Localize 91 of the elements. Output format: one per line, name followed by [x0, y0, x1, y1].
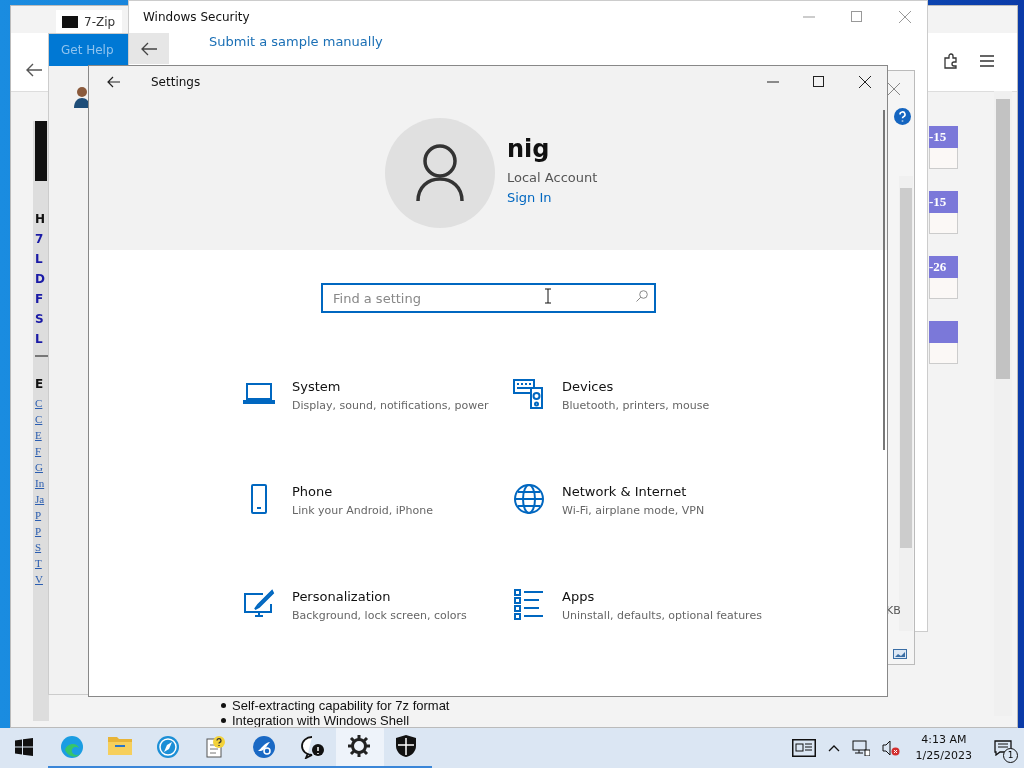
settings-category[interactable]: Apps Uninstall, defaults, optional features: [513, 588, 783, 693]
clock-date: 1/25/2023: [915, 748, 972, 764]
sidebar-link[interactable]: P: [35, 523, 49, 539]
taskbar-app[interactable]: [336, 728, 384, 768]
sidebar-link[interactable]: F: [35, 289, 49, 309]
back-icon[interactable]: [107, 76, 121, 88]
archive-app-icon: [251, 734, 277, 760]
help-icon[interactable]: [894, 108, 911, 125]
account-type: Local Account: [507, 170, 598, 185]
settings-category[interactable]: Devices Bluetooth, printers, mouse: [513, 378, 783, 483]
list-icon: [513, 588, 545, 620]
user-name: nig: [507, 134, 551, 164]
feedback-icon: [299, 734, 325, 760]
back-icon: [140, 41, 158, 56]
bullet-icon: [221, 703, 226, 708]
sidebar-link[interactable]: 7: [35, 229, 49, 249]
news-icon[interactable]: [791, 739, 816, 757]
network-icon[interactable]: [851, 740, 870, 756]
notification-button[interactable]: 1: [988, 733, 1018, 763]
category-title: Network & Internet: [562, 483, 688, 501]
sidebar-link[interactable]: E: [35, 427, 49, 443]
window-title: Windows Security: [143, 10, 250, 24]
clock[interactable]: 4:13 AM 1/25/2023: [911, 732, 976, 764]
notification-count: 1: [1003, 748, 1018, 763]
keyboard-speaker-icon: [513, 378, 545, 410]
scrollbar[interactable]: [899, 176, 913, 631]
sidebar-link[interactable]: G: [35, 459, 49, 475]
sidebar-link[interactable]: P: [35, 507, 49, 523]
category-title: Phone: [292, 483, 334, 501]
globe-icon: [513, 483, 545, 515]
date-badge: -26: [929, 256, 958, 278]
sidebar-link[interactable]: F: [35, 443, 49, 459]
bullet-icon: [221, 718, 226, 723]
category-title: Devices: [562, 378, 615, 396]
category-title: Personalization: [292, 588, 392, 606]
section-heading: E: [35, 377, 45, 393]
back-icon[interactable]: [25, 63, 43, 77]
category-description: Uninstall, defaults, optional features: [562, 608, 762, 624]
sidebar-link[interactable]: D: [35, 269, 49, 289]
person-icon: [73, 86, 91, 108]
feature-item: Self-extracting capability for 7z format: [232, 698, 450, 713]
search-icon[interactable]: [636, 290, 648, 302]
sidebar-link[interactable]: C: [35, 411, 49, 427]
date-badge: -15: [929, 191, 958, 213]
category-description: Background, lock screen, colors: [292, 608, 468, 624]
category-title: Apps: [562, 588, 596, 606]
clock-time: 4:13 AM: [921, 732, 967, 748]
date-badge: [929, 321, 958, 343]
text-cursor-icon: [544, 288, 552, 304]
sidebar-link[interactable]: L: [35, 329, 49, 349]
sidebar-link[interactable]: S: [35, 539, 49, 555]
image-icon: [893, 649, 907, 659]
submit-sample-link[interactable]: Submit a sample manually: [209, 34, 383, 49]
window-title: Settings: [151, 75, 201, 89]
settings-category[interactable]: Phone Link your Android, iPhone: [243, 483, 513, 588]
sidebar-link[interactable]: In: [35, 475, 49, 491]
sidebar-link[interactable]: Ja: [35, 491, 49, 507]
sidebar-link[interactable]: L: [35, 249, 49, 269]
volume-muted-icon[interactable]: [881, 740, 900, 756]
logo-block: [35, 121, 47, 181]
close-icon[interactable]: [859, 76, 871, 88]
settings-category[interactable]: System Display, sound, notifications, power: [243, 378, 513, 483]
window-title: Get Help: [61, 43, 114, 57]
search-field[interactable]: Find a setting: [321, 283, 656, 313]
settings-category[interactable]: Network & Internet Wi-Fi, airplane mode, VPN: [513, 483, 783, 588]
chevron-up-icon[interactable]: [827, 744, 840, 752]
settings-category[interactable]: Personalization Background, lock screen, colors: [243, 588, 513, 693]
compass-icon: [155, 734, 181, 760]
category-description: Display, sound, notifications, power: [292, 398, 490, 414]
feature-item: Integration with Windows Shell: [232, 713, 410, 727]
category-description: Bluetooth, printers, mouse: [562, 398, 711, 414]
sign-in-link[interactable]: Sign In: [507, 190, 598, 205]
scrollbar[interactable]: [883, 110, 885, 450]
category-title: System: [292, 378, 342, 396]
maximize-icon[interactable]: [813, 76, 825, 88]
sidebar-link[interactable]: V: [35, 571, 49, 587]
category-description: Wi-Fi, airplane mode, VPN: [562, 503, 706, 519]
sidebar-link[interactable]: C: [35, 395, 49, 411]
sidebar-link[interactable]: T: [35, 555, 49, 571]
category-description: Link your Android, iPhone: [292, 503, 434, 519]
paintbrush-icon: [243, 588, 275, 620]
settings-icon: [347, 734, 373, 760]
date-badge: -15: [929, 126, 958, 148]
sidebar-link[interactable]: H: [35, 209, 49, 229]
menu-icon[interactable]: [980, 55, 994, 67]
browser-tab[interactable]: 7-Zip: [56, 10, 122, 33]
puzzle-icon[interactable]: [943, 53, 959, 69]
browser-icon: [59, 734, 85, 760]
sidebar-link[interactable]: S: [35, 309, 49, 329]
message-icon: [994, 740, 1012, 756]
back-button[interactable]: [129, 33, 169, 64]
